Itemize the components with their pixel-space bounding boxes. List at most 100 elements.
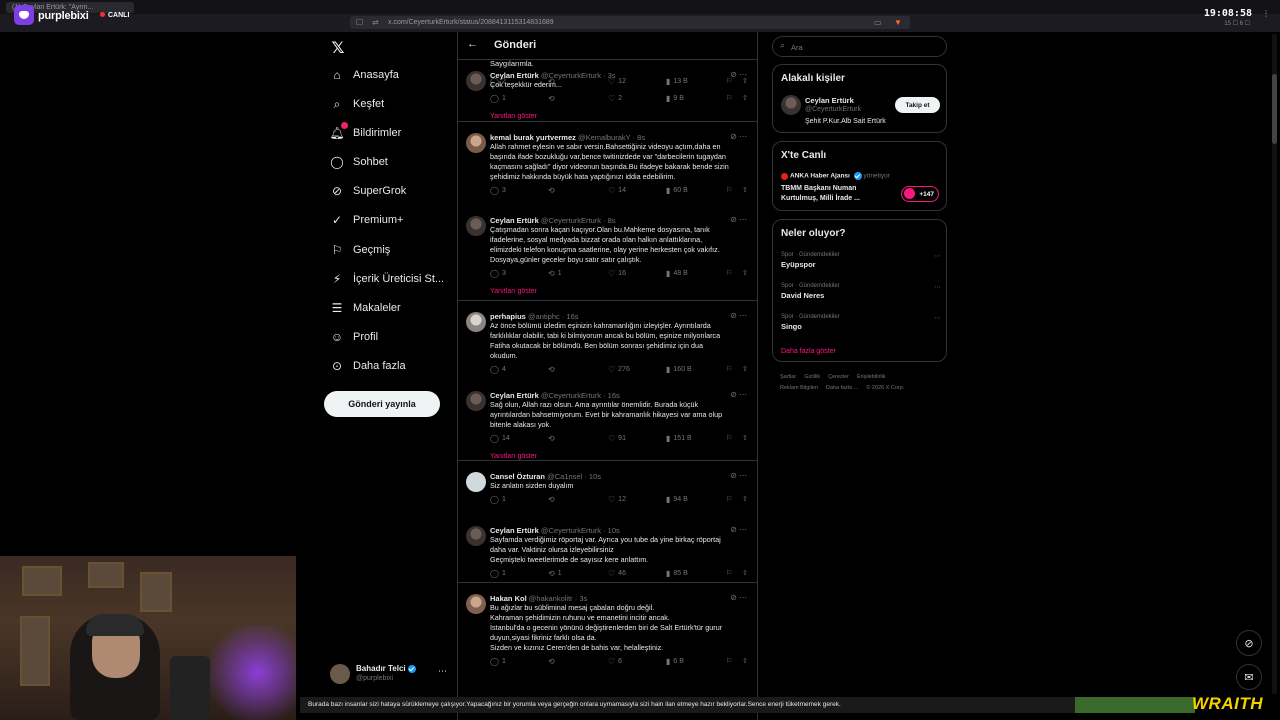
- tweet-time[interactable]: 8s: [608, 216, 616, 225]
- author-handle[interactable]: @KemalburakY: [578, 133, 631, 142]
- views-button[interactable]: ▮ 6 B: [666, 657, 684, 666]
- author-handle[interactable]: @CeyerturkErturk: [541, 526, 601, 535]
- scrollbar[interactable]: [1272, 34, 1277, 694]
- grok-icon[interactable]: ⊘: [730, 215, 739, 224]
- author-handle[interactable]: @CeyerturkErturk: [541, 391, 601, 400]
- avatar[interactable]: [466, 472, 486, 492]
- tweet[interactable]: [458, 59, 757, 69]
- like-button[interactable]: ♡ 2: [608, 94, 622, 103]
- tweet[interactable]: [458, 514, 757, 524]
- footer-link[interactable]: Gizlilik: [804, 374, 820, 380]
- share-icon[interactable]: ⇧: [742, 77, 748, 85]
- repost-button[interactable]: ⟲: [548, 657, 558, 666]
- reply-button[interactable]: ◯ 1: [490, 657, 506, 666]
- nav-item-2[interactable]: 🔔︎ Bildirimler: [329, 122, 401, 144]
- like-button[interactable]: ♡ 276: [608, 365, 630, 374]
- more-icon[interactable]: ⋯: [739, 132, 747, 141]
- account-switcher[interactable]: Bahadır Telci @purplebixi ⋯: [328, 660, 458, 688]
- author-name[interactable]: perhapius: [490, 312, 526, 321]
- window-menu-icon[interactable]: ⋮: [1262, 9, 1270, 18]
- more-icon[interactable]: ⋯: [934, 252, 941, 260]
- bookmark-icon[interactable]: ⚐: [726, 365, 732, 373]
- avatar[interactable]: [466, 71, 486, 91]
- share-icon[interactable]: ⇧: [742, 186, 748, 194]
- views-button[interactable]: ▮ 151 B: [666, 434, 692, 443]
- views-button[interactable]: ▮ 60 B: [666, 186, 688, 195]
- author-handle[interactable]: @antiphc: [528, 312, 560, 321]
- share-icon[interactable]: ⇧: [742, 657, 748, 665]
- tweet[interactable]: [458, 379, 757, 389]
- reader-view-icon[interactable]: ▭: [874, 18, 882, 27]
- trend-item[interactable]: Spor · Gündemdekiler Eyüpspor ⋯: [781, 252, 941, 269]
- reply-button[interactable]: ◯ 3: [490, 269, 506, 278]
- grok-icon[interactable]: ⊘: [1236, 630, 1262, 656]
- bookmark-page-icon[interactable]: ☐: [356, 18, 363, 27]
- nav-item-0[interactable]: ⌂ Anasayfa: [330, 64, 399, 86]
- follow-button[interactable]: Takip et: [895, 97, 940, 113]
- repost-button[interactable]: ⟲: [548, 365, 558, 374]
- repost-button[interactable]: ⟲: [548, 186, 558, 195]
- reply-button[interactable]: ◯ 1: [490, 495, 506, 504]
- more-icon[interactable]: ⋯: [739, 215, 747, 224]
- share-icon[interactable]: ⇧: [742, 569, 748, 577]
- site-settings-icon[interactable]: ⇌: [372, 18, 379, 27]
- like-button[interactable]: ♡ 16: [608, 269, 626, 278]
- reply-button[interactable]: ◯ 3: [490, 186, 506, 195]
- author-name[interactable]: Ceylan Ertürk: [490, 216, 539, 225]
- bookmark-icon[interactable]: ⚐: [726, 269, 732, 277]
- avatar[interactable]: [466, 312, 486, 332]
- nav-item-5[interactable]: ✓ Premium+: [330, 209, 403, 231]
- author-name[interactable]: Cansel Özturan: [490, 472, 545, 481]
- footer-link[interactable]: Reklam Bilgileri: [780, 385, 818, 391]
- show-replies-link[interactable]: Yanıtları göster: [490, 453, 537, 460]
- avatar[interactable]: [466, 526, 486, 546]
- tweet[interactable]: [458, 121, 757, 131]
- repost-button[interactable]: ⟲ 1: [548, 269, 562, 278]
- tweet[interactable]: [458, 300, 757, 310]
- repost-button[interactable]: ⟲: [548, 434, 558, 443]
- repost-button[interactable]: ⟲ 1: [548, 569, 562, 578]
- tweet[interactable]: [458, 204, 757, 214]
- author-handle[interactable]: @CeyerturkErturk: [541, 216, 601, 225]
- brave-shield-icon[interactable]: ▼: [894, 18, 902, 27]
- repost-button[interactable]: ⟲: [548, 77, 558, 86]
- more-icon[interactable]: ⋯: [934, 314, 941, 322]
- reply-button[interactable]: ◯ 1: [490, 94, 506, 103]
- nav-item-7[interactable]: ⚡︎ İçerik Üreticisi St...: [330, 268, 444, 290]
- grok-icon[interactable]: ⊘: [730, 593, 739, 602]
- bookmark-icon[interactable]: ⚐: [726, 495, 732, 503]
- tweet-time[interactable]: 16s: [566, 312, 578, 321]
- share-icon[interactable]: ⇧: [742, 495, 748, 503]
- more-icon[interactable]: ⋯: [739, 311, 747, 320]
- footer-link[interactable]: Erişilebilirlik: [857, 374, 886, 380]
- bookmark-icon[interactable]: ⚐: [726, 94, 732, 102]
- author-name[interactable]: Hakan Kol: [490, 594, 527, 603]
- reply-button[interactable]: ◯ 14: [490, 434, 510, 443]
- views-button[interactable]: ▮ 13 B: [666, 77, 688, 86]
- like-button[interactable]: ♡ 12: [608, 77, 626, 86]
- search-input[interactable]: ⌕ Ara: [772, 36, 947, 57]
- live-listener-count[interactable]: +147: [901, 186, 939, 202]
- share-icon[interactable]: ⇧: [742, 365, 748, 373]
- repost-button[interactable]: ⟲: [548, 94, 558, 103]
- views-button[interactable]: ▮ 9 B: [666, 94, 684, 103]
- nav-item-1[interactable]: ⌕ Keşfet: [330, 93, 385, 115]
- trend-item[interactable]: Spor · Gündemdekiler Singo ⋯: [781, 314, 941, 331]
- show-replies-link[interactable]: Yanıtları göster: [490, 288, 537, 295]
- tweet-time[interactable]: 8s: [637, 133, 645, 142]
- nav-item-6[interactable]: ⚐ Geçmiş: [330, 239, 391, 261]
- reply-button[interactable]: ◯ 1: [490, 569, 506, 578]
- views-button[interactable]: ▮ 160 B: [666, 365, 692, 374]
- grok-icon[interactable]: ⊘: [730, 311, 739, 320]
- grok-icon[interactable]: ⊘: [730, 132, 739, 141]
- footer-link[interactable]: © 2026 X Corp.: [866, 385, 904, 391]
- tweet-time[interactable]: 10s: [608, 526, 620, 535]
- bookmark-icon[interactable]: ⚐: [726, 77, 732, 85]
- more-icon[interactable]: ⋯: [934, 283, 941, 291]
- bookmark-icon[interactable]: ⚐: [726, 434, 732, 442]
- avatar[interactable]: [466, 391, 486, 411]
- nav-item-3[interactable]: ◯ Sohbet: [330, 151, 388, 173]
- like-button[interactable]: ♡ 12: [608, 495, 626, 504]
- views-button[interactable]: ▮ 94 B: [666, 495, 688, 504]
- bookmark-icon[interactable]: ⚐: [726, 569, 732, 577]
